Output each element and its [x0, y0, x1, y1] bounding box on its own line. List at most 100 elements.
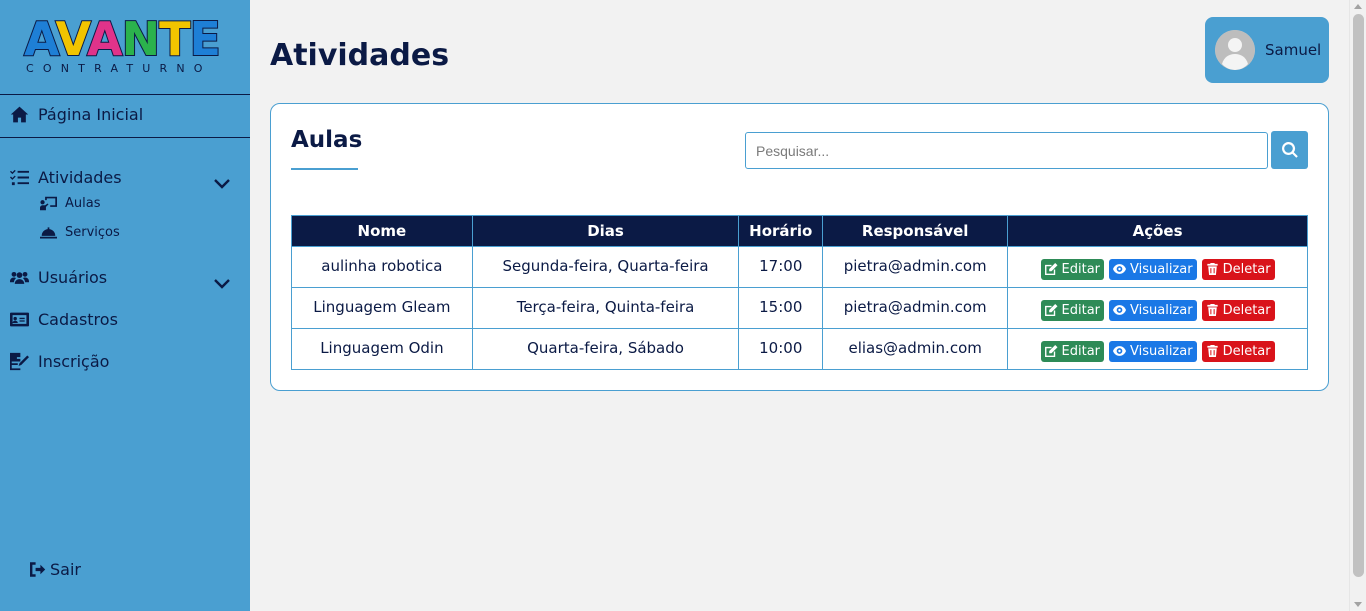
logo-letter: V [54, 12, 89, 66]
delete-label: Deletar [1222, 302, 1271, 318]
cell-acoes: Editar Visualizar Deletar [1007, 287, 1308, 329]
sidebar-divider [0, 94, 250, 95]
sidebar-item-label: Aulas [65, 196, 101, 211]
vertical-scrollbar[interactable] [1349, 0, 1366, 611]
cell-dias: Segunda-feira, Quarta-feira [471, 246, 740, 288]
sidebar: AVANTE CONTRATURNO Página Inicial Ativid… [0, 0, 250, 611]
scroll-down-arrow-icon[interactable] [1354, 602, 1362, 607]
search-button[interactable] [1271, 131, 1308, 169]
user-menu[interactable]: Samuel [1205, 17, 1329, 83]
cell-horario: 10:00 [738, 328, 824, 370]
eye-icon [1113, 264, 1127, 274]
delete-button[interactable]: Deletar [1201, 258, 1275, 280]
aulas-card: Aulas Nome Dias Horário Responsável Açõe… [270, 103, 1329, 391]
signature-icon [10, 352, 29, 371]
edit-icon [1044, 263, 1058, 275]
sidebar-item-label: Sair [50, 560, 81, 579]
column-header-responsavel[interactable]: Responsável [822, 215, 1009, 247]
view-label: Visualizar [1130, 302, 1193, 318]
sidebar-divider [0, 137, 250, 138]
logo-subtitle: CONTRATURNO [26, 62, 212, 75]
column-header-dias[interactable]: Dias [471, 215, 740, 247]
table-row: aulinha robotica Segunda-feira, Quarta-f… [291, 246, 1308, 288]
cell-horario: 17:00 [738, 246, 824, 288]
column-header-nome[interactable]: Nome [291, 215, 473, 247]
sidebar-item-home[interactable]: Página Inicial [10, 105, 143, 124]
edit-label: Editar [1061, 343, 1101, 359]
sidebar-item-cadastros[interactable]: Cadastros [10, 310, 118, 329]
sidebar-subitem-aulas[interactable]: Aulas [40, 196, 100, 211]
logo-wordmark: AVANTE [23, 12, 222, 66]
cell-responsavel: elias@admin.com [822, 328, 1009, 370]
logo-letter: T [158, 12, 191, 66]
cell-horario: 15:00 [738, 287, 824, 329]
delete-button[interactable]: Deletar [1201, 340, 1275, 362]
cell-responsavel: pietra@admin.com [822, 287, 1009, 329]
view-label: Visualizar [1130, 261, 1193, 277]
eye-icon [1113, 305, 1127, 315]
delete-label: Deletar [1222, 261, 1271, 277]
edit-label: Editar [1061, 302, 1101, 318]
card-title: Aulas [291, 127, 363, 153]
avante-logo[interactable]: AVANTE CONTRATURNO [23, 12, 228, 78]
trash-icon [1206, 345, 1218, 357]
id-card-icon [10, 312, 29, 327]
column-header-acoes: Ações [1007, 215, 1308, 247]
table-row: Linguagem Gleam Terça-feira, Quinta-feir… [291, 287, 1308, 329]
sign-out-icon [30, 562, 46, 577]
sidebar-item-sair[interactable]: Sair [30, 560, 81, 579]
logo-letter: A [86, 12, 124, 66]
sidebar-item-label: Inscrição [38, 352, 110, 371]
delete-button[interactable]: Deletar [1201, 299, 1275, 321]
view-button[interactable]: Visualizar [1109, 340, 1197, 362]
trash-icon [1206, 263, 1218, 275]
cell-acoes: Editar Visualizar Deletar [1007, 246, 1308, 288]
scroll-up-arrow-icon[interactable] [1354, 4, 1362, 9]
scrollbar-thumb[interactable] [1353, 14, 1364, 577]
logo-letter: A [23, 12, 58, 66]
view-button[interactable]: Visualizar [1109, 258, 1197, 280]
chevron-down-icon[interactable] [214, 274, 230, 289]
cell-dias: Terça-feira, Quinta-feira [471, 287, 740, 329]
sidebar-item-label: Cadastros [38, 310, 118, 329]
cell-acoes: Editar Visualizar Deletar [1007, 328, 1308, 370]
sidebar-item-label: Atividades [38, 168, 122, 187]
table-header-row: Nome Dias Horário Responsável Ações [291, 215, 1308, 247]
edit-icon [1044, 345, 1058, 357]
sidebar-item-label: Serviços [65, 225, 120, 240]
sidebar-subitem-servicos[interactable]: Serviços [40, 225, 120, 240]
sidebar-item-label: Página Inicial [38, 105, 144, 124]
cell-nome: Linguagem Gleam [291, 287, 473, 329]
edit-button[interactable]: Editar [1040, 340, 1105, 362]
logo-letter: E [188, 12, 221, 66]
cell-nome: Linguagem Odin [291, 328, 473, 370]
aulas-table: Nome Dias Horário Responsável Ações auli… [291, 215, 1308, 370]
user-name: Samuel [1265, 41, 1322, 59]
view-label: Visualizar [1130, 343, 1193, 359]
search-icon [1281, 142, 1298, 158]
trash-icon [1206, 304, 1218, 316]
user-avatar-icon [1215, 30, 1255, 70]
cell-responsavel: pietra@admin.com [822, 246, 1009, 288]
edit-button[interactable]: Editar [1040, 258, 1105, 280]
list-icon [10, 169, 29, 186]
users-icon [10, 271, 29, 284]
search-input[interactable] [745, 132, 1268, 169]
table-row: Linguagem Odin Quarta-feira, Sábado 10:0… [291, 328, 1308, 370]
sidebar-item-label: Usuários [38, 268, 108, 287]
view-button[interactable]: Visualizar [1109, 299, 1197, 321]
chalkboard-icon [40, 196, 57, 211]
sidebar-item-usuarios[interactable]: Usuários [10, 268, 107, 287]
sidebar-item-atividades[interactable]: Atividades [10, 168, 122, 187]
logo-letter: N [121, 12, 161, 66]
chevron-down-icon[interactable] [214, 174, 230, 189]
eye-icon [1113, 346, 1127, 356]
service-bell-icon [40, 227, 57, 239]
edit-label: Editar [1061, 261, 1101, 277]
sidebar-item-inscricao[interactable]: Inscrição [10, 352, 109, 371]
edit-button[interactable]: Editar [1040, 299, 1105, 321]
column-header-horario[interactable]: Horário [738, 215, 824, 247]
cell-dias: Quarta-feira, Sábado [471, 328, 740, 370]
avatar [1215, 30, 1255, 70]
page-title: Atividades [270, 38, 450, 73]
